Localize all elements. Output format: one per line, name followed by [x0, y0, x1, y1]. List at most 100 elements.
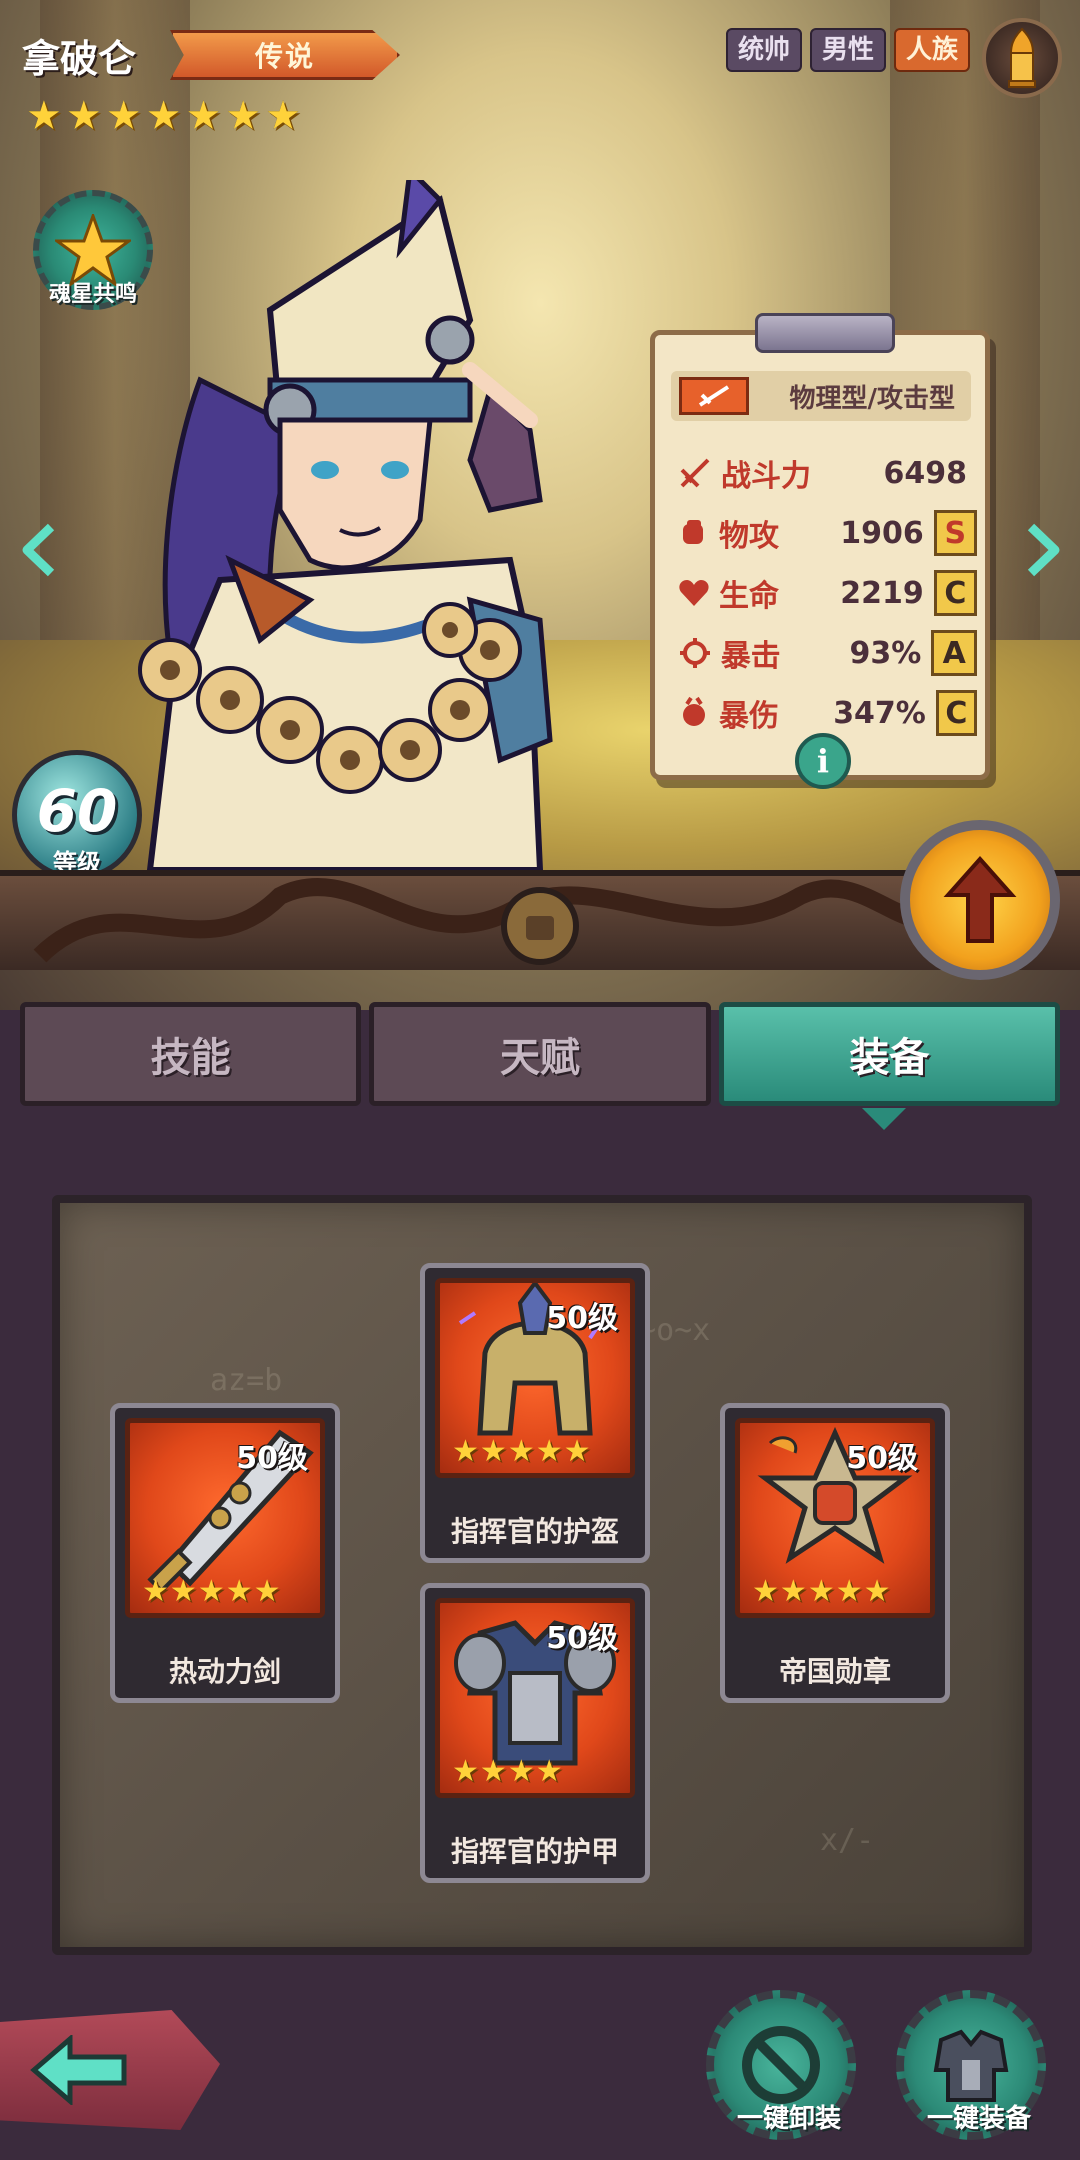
star-icon: ★	[253, 1574, 281, 1609]
prev-hero-button[interactable]	[14, 520, 64, 580]
tab-skills[interactable]: 技能	[20, 1002, 362, 1106]
stat-grade: S	[933, 510, 977, 556]
equipment-stars: ★ ★ ★ ★ ★	[142, 1577, 281, 1607]
equipment-level: 50级	[236, 1441, 308, 1476]
star-icon: ★	[169, 1574, 197, 1609]
tab-talent[interactable]: 天赋	[369, 1002, 711, 1106]
tag-gender: 男性	[809, 28, 886, 72]
unequip-all-button[interactable]: 一键卸装	[706, 1990, 856, 2140]
back-button[interactable]	[0, 2010, 220, 2130]
star-icon: ★	[105, 93, 142, 139]
star-icon: ★	[142, 1574, 169, 1609]
stats-info-button[interactable]: i	[795, 733, 851, 789]
star-icon: ★	[779, 1574, 807, 1609]
star-icon: ★	[452, 1434, 479, 1469]
equipment-slot-medal[interactable]: 50级 ★ ★ ★ ★ ★ 帝国勋章	[720, 1403, 950, 1703]
equipment-board: x~o~x az=b x/- 50级 ★ ★ ★ ★ ★ 热动力剑 50级 ★ ★ ★ ★ ★	[52, 1195, 1032, 1955]
clipboard-clip	[755, 313, 895, 353]
fist-icon	[677, 515, 711, 551]
weapon-art: 50级 ★ ★ ★ ★ ★	[125, 1418, 325, 1618]
equipment-slot-helmet[interactable]: 50级 ★ ★ ★ ★ ★ 指挥官的护盔	[420, 1263, 650, 1563]
star-icon: ★	[752, 1574, 779, 1609]
sword-icon	[679, 377, 749, 415]
star-icon: ★	[265, 93, 302, 139]
star-icon: ★	[835, 1574, 863, 1609]
hero-tabs: 技能 天赋 装备	[20, 1002, 1060, 1110]
stat-grade: A	[931, 630, 977, 676]
chevron-left-icon	[22, 523, 55, 577]
tab-equipment[interactable]: 装备	[718, 1002, 1060, 1106]
stat-value: 93%	[849, 635, 922, 671]
star-icon: ★	[807, 1574, 835, 1609]
stat-grade: C	[933, 570, 977, 616]
ascend-button[interactable]	[900, 820, 1060, 980]
equip-all-label: 一键装备	[926, 2104, 1031, 2134]
armor-art: 50级 ★ ★ ★ ★	[435, 1598, 635, 1798]
stat-name: 战斗力	[721, 459, 811, 494]
hero-tags: 统帅 男性 人族	[725, 28, 970, 72]
equip-all-button[interactable]: 一键装备	[896, 1990, 1046, 2140]
stat-row-crit: 暴击 93% A	[677, 625, 977, 681]
rarity-label: 传说	[254, 40, 315, 73]
hero-portrait	[110, 164, 670, 880]
stat-value: 1906	[840, 515, 924, 551]
active-tab-pointer	[862, 1108, 906, 1130]
stat-value: 347%	[833, 695, 926, 731]
stat-name: 生命	[719, 579, 779, 614]
stat-name: 物攻	[719, 519, 779, 554]
star-icon: ★	[185, 93, 222, 139]
stat-value: 2219	[840, 575, 924, 611]
star-icon: ★	[225, 1574, 253, 1609]
star-icon: ★	[197, 1574, 225, 1609]
star-icon: ★	[65, 93, 102, 139]
star-icon: ★	[479, 1754, 507, 1789]
stat-row-power: 战斗力 6498	[677, 445, 977, 501]
equipment-stars: ★ ★ ★ ★ ★	[452, 1437, 591, 1467]
unequip-all-label: 一键卸装	[736, 2104, 841, 2134]
star-icon: ★	[563, 1434, 591, 1469]
equipment-name: 帝国勋章	[778, 1655, 891, 1688]
star-icon: ★	[535, 1754, 563, 1789]
star-icon: ★	[507, 1754, 535, 1789]
up-arrow-icon	[943, 855, 1017, 943]
prohibited-icon	[742, 2026, 820, 2104]
equipment-name: 指挥官的护盔	[450, 1515, 619, 1548]
level-value: 60	[36, 777, 118, 845]
stat-grade: C	[935, 690, 977, 736]
bullet-icon	[1008, 27, 1036, 88]
bullet-button[interactable]	[982, 18, 1062, 98]
star-icon: ★	[452, 1754, 479, 1789]
stat-row-hp: 生命 2219 C	[677, 565, 977, 621]
equipment-level: 50级	[846, 1441, 918, 1476]
hero-type-row: 物理型/攻击型	[671, 371, 971, 421]
star-icon: ★	[535, 1434, 563, 1469]
stat-name: 暴击	[720, 639, 781, 674]
equipment-level: 50级	[546, 1621, 618, 1656]
star-icon: ★	[507, 1434, 535, 1469]
heart-icon	[677, 575, 711, 611]
hero-name: 拿破仑	[22, 37, 137, 81]
chevron-right-icon	[1027, 523, 1060, 577]
medal-art: 50级 ★ ★ ★ ★ ★	[735, 1418, 935, 1618]
stat-value: 6498	[883, 455, 968, 491]
tag-race: 人族	[893, 28, 970, 72]
helmet-art: 50级 ★ ★ ★ ★ ★	[435, 1278, 635, 1478]
level-badge: 60 等级	[12, 750, 142, 880]
star-icon: ★	[145, 93, 182, 139]
stat-row-attack: 物攻 1906 S	[677, 505, 977, 561]
star-icon: ★	[479, 1434, 507, 1469]
hero-star-rating: ★ ★ ★ ★ ★ ★ ★	[26, 96, 301, 136]
hero-illustration	[138, 164, 553, 873]
star-icon: ★	[225, 93, 262, 139]
board-doodle: x/-	[820, 1823, 875, 1858]
board-doodle: az=b	[210, 1363, 283, 1398]
next-hero-button[interactable]	[1018, 520, 1068, 580]
equipment-slot-armor[interactable]: 50级 ★ ★ ★ ★ 指挥官的护甲	[420, 1583, 650, 1883]
equipment-stars: ★ ★ ★ ★	[452, 1757, 563, 1787]
armor-icon	[933, 2029, 1009, 2102]
hero-type-label: 物理型/攻击型	[789, 383, 956, 414]
equipment-stars: ★ ★ ★ ★ ★	[752, 1577, 891, 1607]
equipment-slot-weapon[interactable]: 50级 ★ ★ ★ ★ ★ 热动力剑	[110, 1403, 340, 1703]
equipment-name: 热动力剑	[168, 1655, 281, 1688]
power-icon	[677, 455, 713, 491]
